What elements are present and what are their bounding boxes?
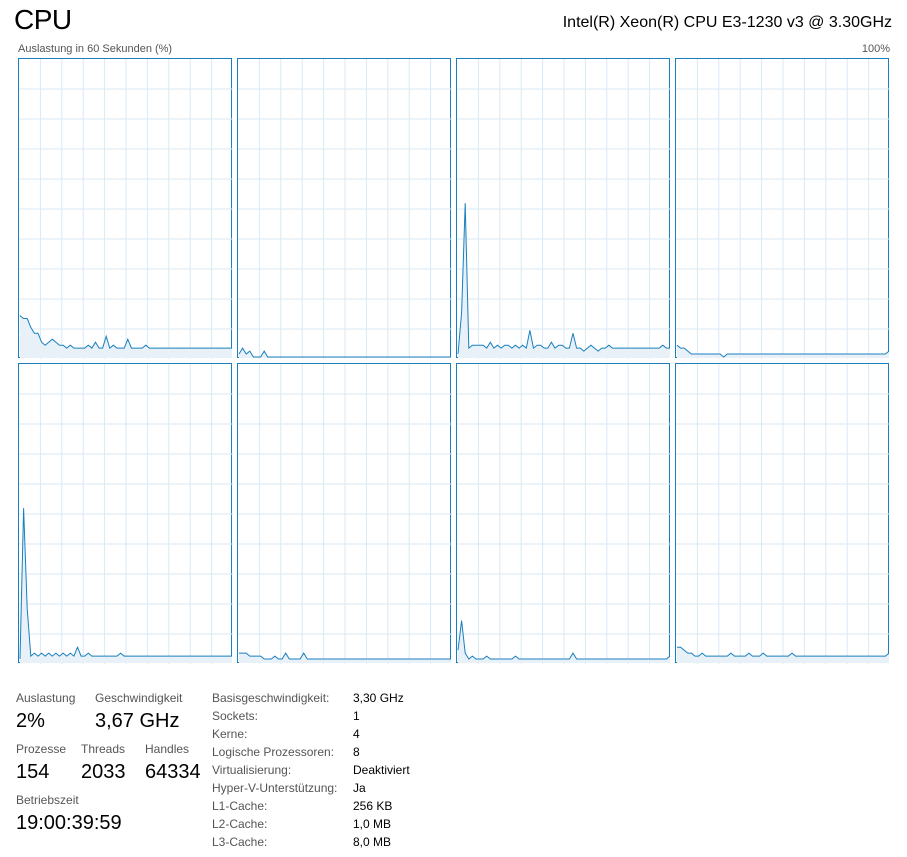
- speed-label: Geschwindigkeit: [95, 691, 183, 705]
- base-speed-value: 3,30 GHz: [353, 691, 404, 705]
- cores-value: 4: [353, 727, 360, 741]
- hyperv-support-label: Hyper-V-Unterstützung:: [212, 781, 338, 795]
- logical-processors-label: Logische Prozessoren:: [212, 745, 335, 759]
- l3-cache-label: L3-Cache:: [212, 835, 268, 849]
- threads-label: Threads: [81, 742, 126, 756]
- processes-value: 154: [16, 761, 50, 783]
- core-graphs-grid: [0, 0, 907, 680]
- base-speed-label: Basisgeschwindigkeit:: [212, 691, 330, 705]
- speed-value: 3,67 GHz: [95, 710, 180, 732]
- sockets-value: 1: [353, 709, 360, 723]
- cores-label: Kerne:: [212, 727, 248, 741]
- core-graph-1: [18, 58, 233, 359]
- utilization-label: Auslastung: [16, 691, 76, 705]
- threads-value: 2033: [81, 761, 126, 783]
- l1-cache-label: L1-Cache:: [212, 799, 268, 813]
- uptime-label: Betriebszeit: [16, 793, 79, 807]
- core-graph-2: [237, 58, 452, 359]
- core-graph-4: [675, 58, 890, 359]
- processes-label: Prozesse: [16, 742, 67, 756]
- virtualization-value: Deaktiviert: [353, 763, 410, 777]
- core-graph-7: [456, 363, 671, 664]
- core-graph-5: [18, 363, 233, 664]
- l3-cache-value: 8,0 MB: [353, 835, 392, 849]
- handles-value: 64334: [145, 761, 201, 783]
- core-graph-6: [237, 363, 452, 664]
- uptime-value: 19:00:39:59: [16, 812, 122, 834]
- sockets-label: Sockets:: [212, 709, 259, 723]
- core-graph-3: [456, 58, 671, 359]
- utilization-value: 2%: [16, 710, 45, 732]
- hyperv-support-value: Ja: [353, 781, 366, 795]
- logical-processors-value: 8: [353, 745, 360, 759]
- core-graph-8: [675, 363, 890, 664]
- l2-cache-label: L2-Cache:: [212, 817, 268, 831]
- l2-cache-value: 1,0 MB: [353, 817, 392, 831]
- handles-label: Handles: [145, 742, 190, 756]
- l1-cache-value: 256 KB: [353, 799, 393, 813]
- virtualization-label: Virtualisierung:: [212, 763, 292, 777]
